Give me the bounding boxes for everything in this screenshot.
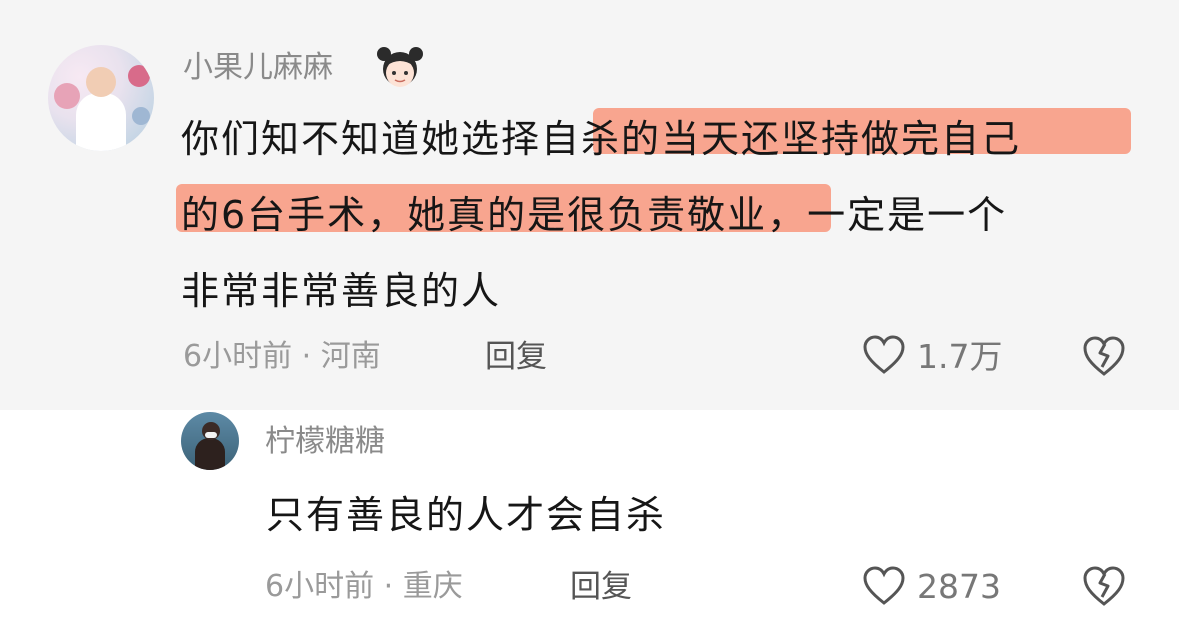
heart-icon[interactable] — [862, 334, 906, 376]
reply-button[interactable]: 回复 — [485, 339, 547, 375]
commenter-username[interactable]: 小果儿麻麻 — [183, 50, 333, 86]
replier-avatar[interactable] — [181, 412, 239, 470]
reply-text: 只有善良的人才会自杀 — [266, 493, 667, 537]
commenter-avatar[interactable] — [48, 45, 154, 151]
reply-reply-button[interactable]: 回复 — [570, 569, 632, 605]
reply-like-count: 2873 — [917, 567, 1001, 606]
broken-heart-icon[interactable] — [1081, 334, 1127, 378]
comment-line-2: 的6台手术，她真的是很负责敬业，一定是一个 — [181, 193, 1008, 237]
broken-heart-icon[interactable] — [1081, 564, 1127, 608]
heart-icon[interactable] — [862, 565, 906, 607]
girl-emoji-icon — [377, 47, 423, 87]
replier-username[interactable]: 柠檬糖糖 — [265, 424, 385, 460]
comment-line-1: 你们知不知道她选择自杀的当天还坚持做完自己 — [181, 117, 1022, 161]
reply-meta: 6小时前 · 重庆 — [265, 569, 463, 604]
like-count: 1.7万 — [917, 337, 1003, 376]
comment-meta: 6小时前 · 河南 — [183, 339, 381, 374]
comment-line-3: 非常非常善良的人 — [181, 269, 502, 313]
